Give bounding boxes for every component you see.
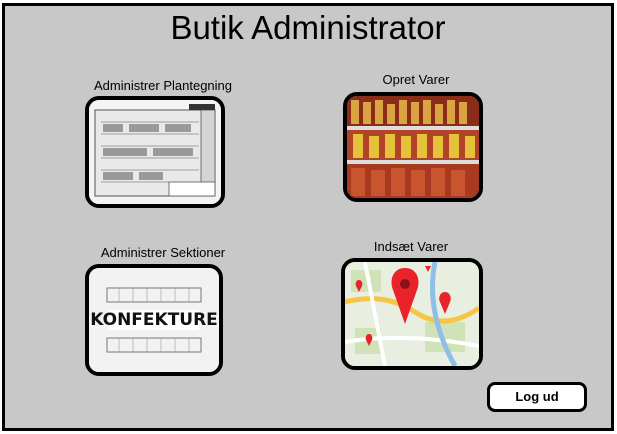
manage-sections-label: Administrer Sektioner <box>100 245 226 260</box>
floor-plan-label: Administrer Plantegning <box>93 78 233 93</box>
insert-products-label: Indsæt Varer <box>373 239 449 254</box>
create-products-button[interactable] <box>343 92 483 202</box>
insert-products-button[interactable] <box>341 258 483 370</box>
logout-button[interactable]: Log ud <box>487 382 587 412</box>
map-pin-image <box>345 262 479 366</box>
manage-sections-button[interactable]: KONFEKTURE <box>85 264 223 376</box>
main-window: Butik Administrator Administrer Plantegn… <box>2 3 614 431</box>
grocery-shelf-image <box>347 96 479 198</box>
page-title: Butik Administrator <box>170 9 446 46</box>
section-name-text: KONFEKTURE <box>90 310 218 330</box>
floor-plan-image <box>89 100 221 204</box>
manage-floor-plan-button[interactable] <box>85 96 225 208</box>
create-products-label: Opret Varer <box>382 72 450 87</box>
